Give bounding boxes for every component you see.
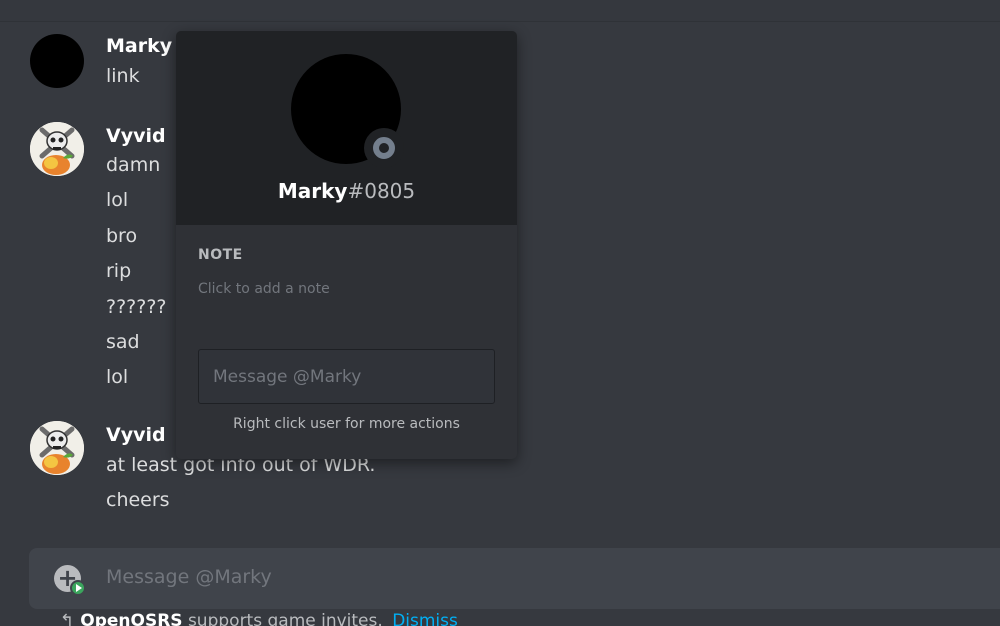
message-text: rip bbox=[106, 260, 132, 282]
offline-status-icon bbox=[373, 137, 395, 159]
discord-dm-window: Marky link Vyvid damn lol bro rip ??????… bbox=[0, 0, 1000, 626]
message-text: lol bbox=[106, 189, 129, 211]
play-badge-icon bbox=[70, 580, 86, 596]
top-bar bbox=[0, 0, 1000, 22]
avatar[interactable] bbox=[30, 34, 84, 88]
user-popout: Marky#0805 NOTE Click to add a note Mess… bbox=[176, 31, 517, 459]
skull-icon bbox=[30, 421, 84, 475]
message-input[interactable]: Message @Marky bbox=[106, 566, 272, 588]
invite-app-name: OpenOSRS bbox=[80, 611, 183, 626]
avatar[interactable] bbox=[30, 421, 84, 475]
message-author[interactable]: Vyvid bbox=[106, 424, 166, 446]
invite-text: supports game invites. bbox=[187, 611, 383, 626]
popout-header: Marky#0805 bbox=[176, 31, 517, 225]
popout-hint: Right click user for more actions bbox=[233, 416, 460, 432]
popout-message-input[interactable]: Message @Marky bbox=[198, 349, 495, 404]
popout-username[interactable]: Marky#0805 bbox=[176, 179, 517, 203]
message-composer: + Message @Marky bbox=[29, 548, 1000, 609]
message-text: bro bbox=[106, 225, 138, 247]
avatar[interactable] bbox=[30, 122, 84, 176]
invite-icon: ↰ bbox=[60, 611, 75, 626]
message-text: link bbox=[106, 65, 140, 87]
message-text: sad bbox=[106, 331, 140, 353]
message-text: lol bbox=[106, 366, 129, 388]
message-author[interactable]: Vyvid bbox=[106, 125, 166, 147]
status-indicator bbox=[364, 128, 404, 168]
skull-icon bbox=[30, 122, 84, 176]
message-text: cheers bbox=[106, 489, 170, 511]
discriminator: #0805 bbox=[347, 179, 416, 203]
dismiss-link[interactable]: Dismiss bbox=[392, 611, 458, 626]
username: Marky bbox=[277, 179, 348, 203]
note-heading: NOTE bbox=[198, 247, 243, 263]
message-text: ?????? bbox=[106, 296, 167, 318]
message-text: damn bbox=[106, 154, 161, 176]
note-input[interactable]: Click to add a note bbox=[198, 281, 330, 297]
message-author[interactable]: Marky bbox=[106, 35, 172, 57]
game-invite-notice: ↰ OpenOSRS supports game invites. Dismiss bbox=[60, 611, 458, 626]
